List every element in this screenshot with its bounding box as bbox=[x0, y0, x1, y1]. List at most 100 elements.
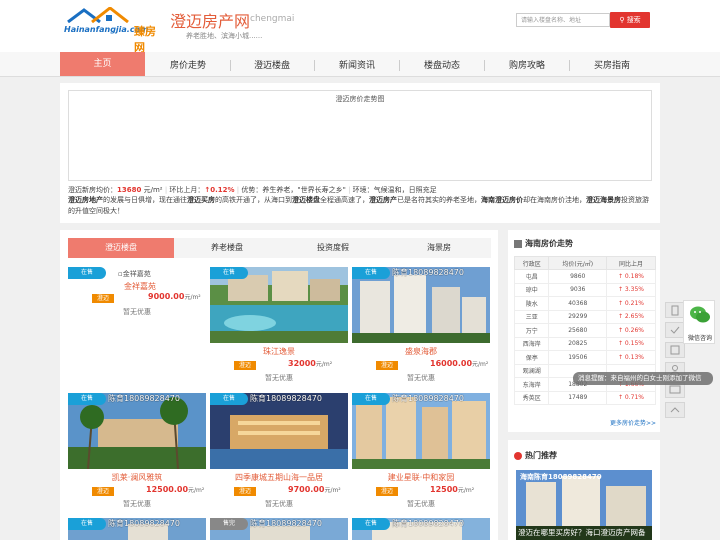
phone-icon bbox=[671, 305, 679, 316]
intro-paragraph: 澄迈房地产的发展与日俱增，现在通往澄迈买房的高铁开通了，从海口到澄迈楼盘全程通高… bbox=[68, 195, 652, 217]
listing-card[interactable]: 售完 陈育18089828470 bbox=[210, 518, 348, 540]
site-logo[interactable]: Hainanfangjia.com 臻房网 bbox=[64, 7, 164, 54]
nav-purchase-guide[interactable]: 买房指南 bbox=[572, 52, 652, 77]
district: 琼中 bbox=[513, 282, 550, 297]
wechat-consult[interactable]: 微信咨询 bbox=[683, 300, 715, 344]
listing-name[interactable]: 建业星联·中和家园 bbox=[352, 472, 490, 483]
listings-panel: 澄迈楼盘 养老楼盘 投资度假 海景房 在售 ▫金祥嘉苑 金祥嘉苑 澄迈 9000… bbox=[60, 230, 498, 540]
tab-retirement[interactable]: 养老楼盘 bbox=[174, 238, 280, 258]
kw-link[interactable]: 澄迈海景房 bbox=[586, 196, 621, 204]
listing-name[interactable]: 四季康城五期山海一品居 bbox=[210, 472, 348, 483]
district: 西海岸 bbox=[513, 336, 550, 351]
search-button-label: 搜索 bbox=[626, 16, 641, 24]
avg-price: 20825 bbox=[548, 336, 608, 351]
listing-image[interactable]: 售完 陈育18089828470 bbox=[210, 518, 348, 540]
status-badge: 在售 bbox=[68, 267, 106, 279]
back-to-top-button[interactable] bbox=[665, 402, 685, 418]
image-watermark: 陈育18089828470 bbox=[392, 519, 464, 528]
tab-chengmai-projects[interactable]: 澄迈楼盘 bbox=[68, 238, 174, 258]
listing-image[interactable]: 在售 bbox=[210, 267, 348, 343]
hot-caption[interactable]: 澄迈在哪里买房好？海口澄迈房产网备 bbox=[516, 526, 652, 540]
kw-link[interactable]: 澄迈房地产 bbox=[68, 196, 103, 204]
listing-image[interactable]: 在售 陈育18089828470 bbox=[352, 518, 490, 540]
status-badge: 在售 bbox=[352, 518, 390, 530]
listing-card[interactable]: 在售 ▫金祥嘉苑 金祥嘉苑 澄迈 9000.00元/m² 暂无优惠 bbox=[68, 267, 206, 382]
listing-image[interactable]: 在售 陈育18089828470 bbox=[210, 393, 348, 469]
status-badge: 在售 bbox=[68, 518, 106, 530]
region-tag: 澄迈 bbox=[376, 361, 398, 370]
avg-price: 17489 bbox=[548, 390, 608, 405]
intro-text: 的高铁开通了，从海口到 bbox=[215, 196, 292, 204]
status-badge: 在售 bbox=[210, 393, 248, 405]
float-button[interactable] bbox=[665, 342, 685, 358]
promo-text: 暂无优惠 bbox=[123, 308, 151, 316]
change: ↑ 0.21% bbox=[606, 296, 656, 311]
nav-home[interactable]: 主页 bbox=[60, 52, 145, 76]
nav-price-trend[interactable]: 房价走势 bbox=[148, 52, 228, 77]
main-nav: 主页 房价走势 澄迈楼盘 新闻资讯 楼盘动态 购房攻略 买房指南 bbox=[0, 52, 720, 77]
more-price-link[interactable]: 更多房价走势>> bbox=[508, 418, 656, 427]
nav-divider bbox=[569, 60, 570, 71]
avg-price: 19506 bbox=[548, 350, 608, 365]
float-button[interactable] bbox=[665, 302, 685, 318]
kw-link[interactable]: 澄迈买房 bbox=[187, 196, 215, 204]
float-button[interactable] bbox=[665, 322, 685, 338]
house-roof-icon bbox=[67, 7, 129, 23]
column-header: 行政区 bbox=[513, 256, 550, 270]
status-badge: 在售 bbox=[210, 267, 248, 279]
table-row: 保亭 19506 ↑ 0.13% bbox=[513, 350, 656, 365]
broken-image: ▫金祥嘉苑 bbox=[118, 270, 151, 278]
listing-tabs: 澄迈楼盘 养老楼盘 投资度假 海景房 bbox=[68, 238, 491, 258]
region-tag: 澄迈 bbox=[92, 487, 114, 496]
listing-card[interactable]: 在售 陈育18089828470 凯莱·澜风雅筑 澄迈 12500.00元/m²… bbox=[68, 393, 206, 508]
district: 观澜湖 bbox=[513, 363, 550, 378]
table-row: 陵水 40368 ↑ 0.21% bbox=[513, 296, 656, 311]
price-unit: 元/m² bbox=[324, 487, 341, 494]
promo-text: 暂无优惠 bbox=[123, 500, 151, 508]
listing-card[interactable]: 在售 陈育18089828470 盛泉海郡 澄迈 16000.00元/m² 暂无… bbox=[352, 267, 490, 382]
search-button[interactable]: ⚲ 搜索 bbox=[610, 12, 650, 28]
nav-projects[interactable]: 澄迈楼盘 bbox=[232, 52, 312, 77]
image-watermark: 陈育18089828470 bbox=[108, 394, 180, 403]
kw-link[interactable]: 澄迈楼盘 bbox=[292, 196, 320, 204]
table-row: 万宁 25680 ↑ 0.26% bbox=[513, 323, 656, 338]
price-value: 16000.00 bbox=[430, 359, 473, 368]
search-input[interactable]: 请输入楼盘名称、地址 bbox=[516, 13, 610, 27]
listing-name[interactable]: 金祥嘉苑 bbox=[68, 281, 206, 292]
hot-image[interactable]: 海南陈育18089828470 澄迈在哪里买房好？海口澄迈房产网备 bbox=[516, 470, 652, 540]
avg-unit: 元/m² bbox=[143, 186, 163, 194]
listing-image[interactable]: 在售 陈育18089828470 bbox=[352, 267, 490, 343]
listing-image[interactable]: 在售 陈育18089828470 bbox=[68, 518, 206, 540]
tab-seaview[interactable]: 海景房 bbox=[386, 238, 492, 258]
listing-card[interactable]: 在售 陈育18089828470 四季康城五期山海一品居 澄迈 9700.00元… bbox=[210, 393, 348, 508]
listing-card[interactable]: 在售 陈育18089828470 建业星联·中和家园 澄迈 12500元/m² … bbox=[352, 393, 490, 508]
kw-link[interactable]: 澄迈房产 bbox=[369, 196, 397, 204]
price-value: 12500.00 bbox=[146, 485, 189, 494]
image-watermark: 陈育18089828470 bbox=[250, 394, 322, 403]
listing-card[interactable]: 在售 陈育18089828470 bbox=[352, 518, 490, 540]
price-unit: 元/m² bbox=[184, 294, 201, 301]
image-watermark: 陈育18089828470 bbox=[108, 519, 180, 528]
price-value: 9000.00 bbox=[148, 292, 185, 301]
listing-name[interactable]: 凯莱·澜风雅筑 bbox=[68, 472, 206, 483]
table-row: 三亚 29299 ↑ 2.65% bbox=[513, 309, 656, 324]
nav-project-updates[interactable]: 楼盘动态 bbox=[402, 52, 482, 77]
promo-text: 暂无优惠 bbox=[265, 374, 293, 382]
region-tag: 澄迈 bbox=[234, 487, 256, 496]
listing-card[interactable]: 在售 珠江逸景 澄迈 32000元/m² 暂无优惠 bbox=[210, 267, 348, 382]
listing-image[interactable]: 在售 陈育18089828470 bbox=[352, 393, 490, 469]
tab-investment[interactable]: 投资度假 bbox=[280, 238, 386, 258]
promo-text: 暂无优惠 bbox=[265, 500, 293, 508]
district: 东海岸 bbox=[513, 377, 550, 392]
hot-recommend-panel: 热门推荐 海南陈育18089828470 澄迈在哪里买房好？海口澄迈房产网备 bbox=[508, 440, 660, 540]
listing-name[interactable]: 珠江逸景 bbox=[210, 346, 348, 357]
image-watermark: 海南陈育18089828470 bbox=[520, 473, 602, 481]
nav-news[interactable]: 新闻资讯 bbox=[317, 52, 397, 77]
slogan: 养老胜地、滨海小城...... bbox=[186, 32, 263, 40]
listing-image[interactable]: 在售 陈育18089828470 bbox=[68, 393, 206, 469]
listing-name[interactable]: 盛泉海郡 bbox=[352, 346, 490, 357]
price-unit: 元/m² bbox=[472, 361, 489, 368]
kw-link[interactable]: 海南澄迈房价 bbox=[481, 196, 523, 204]
listing-card[interactable]: 在售 陈育18089828470 bbox=[68, 518, 206, 540]
nav-buying-guide[interactable]: 购房攻略 bbox=[487, 52, 567, 77]
